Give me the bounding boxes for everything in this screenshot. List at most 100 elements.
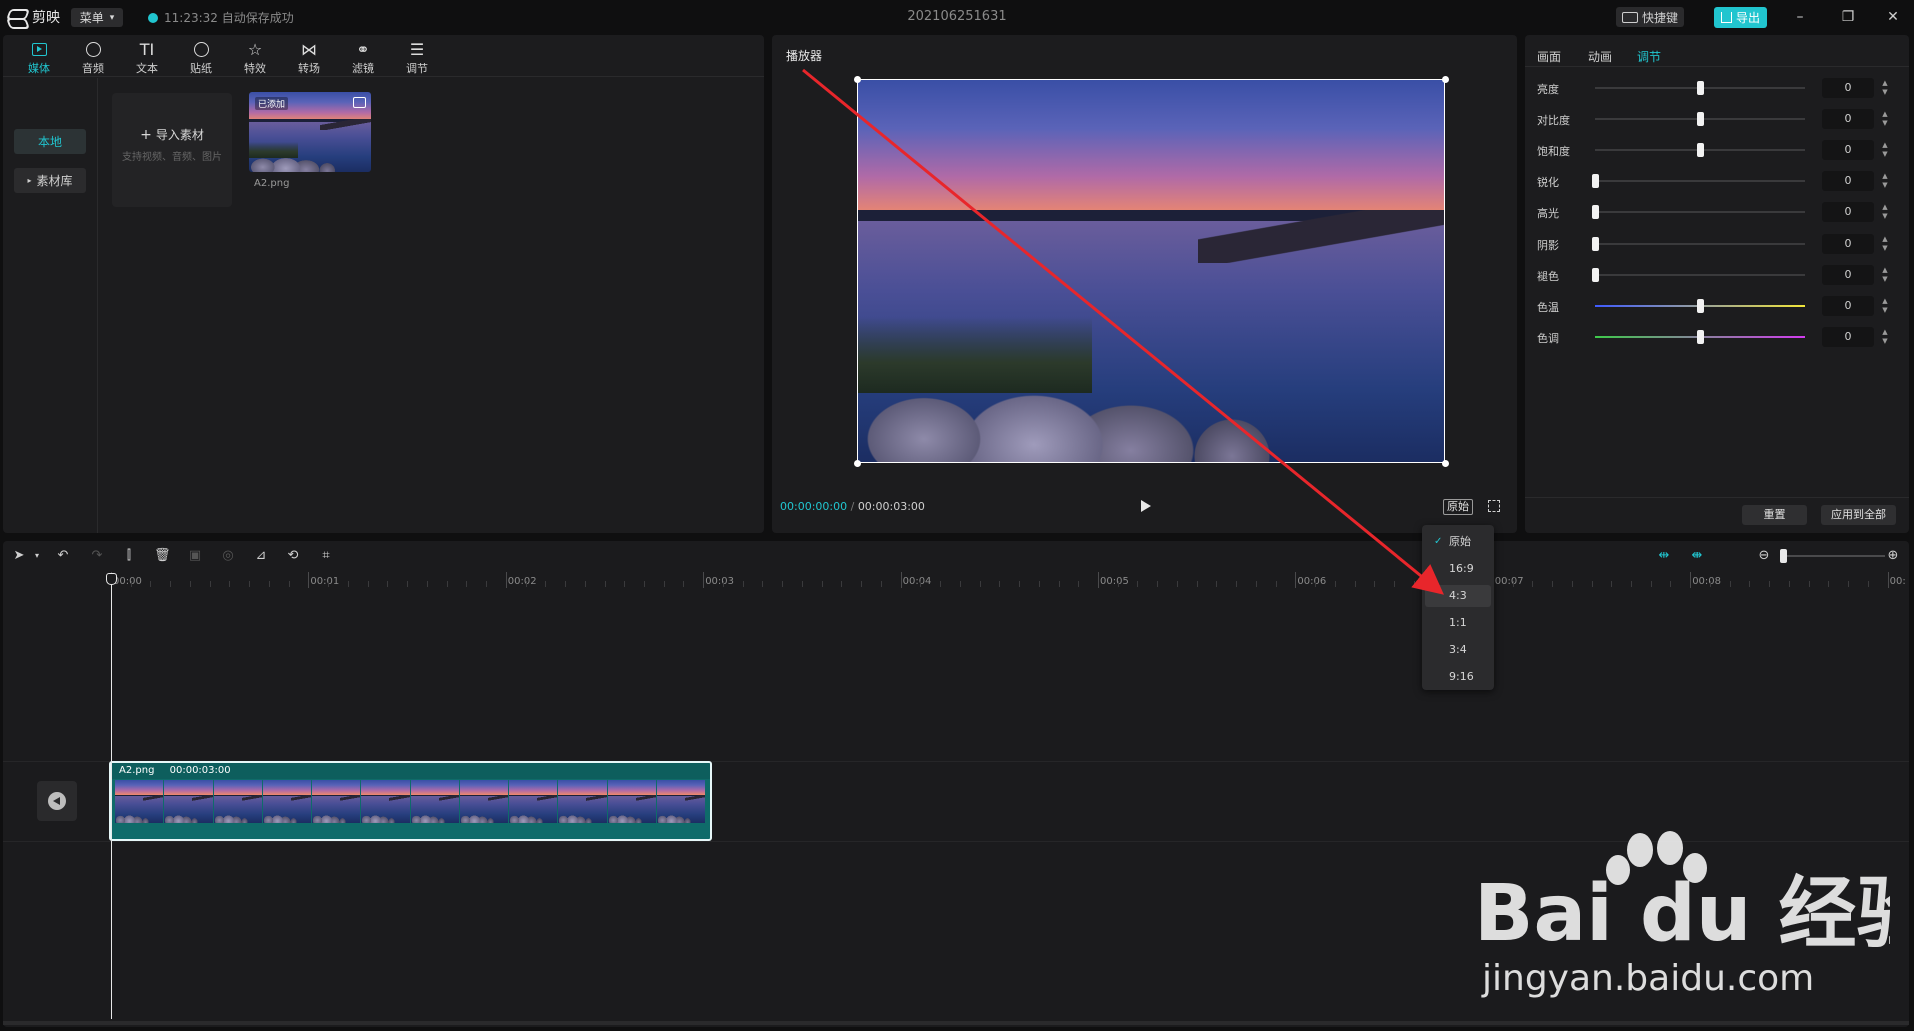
freeze-icon[interactable]: ▣: [187, 548, 203, 564]
apply-to-all-button[interactable]: 应用到全部: [1821, 505, 1896, 525]
split-icon[interactable]: ⫿: [121, 548, 137, 564]
slider-knob[interactable]: [1592, 268, 1599, 282]
slider-track[interactable]: [1595, 274, 1805, 276]
ruler-minor-tick: [545, 581, 547, 587]
ruler-label: 00:: [1889, 576, 1906, 587]
slider-knob[interactable]: [1697, 143, 1704, 157]
slider-knob[interactable]: [1592, 237, 1599, 251]
snap-icon[interactable]: ⇹: [1656, 548, 1672, 564]
slider-knob[interactable]: [1592, 174, 1599, 188]
tab-audio[interactable]: 音频: [71, 38, 115, 76]
fullscreen-icon[interactable]: [1488, 500, 1500, 512]
ratio-option[interactable]: 1:1: [1425, 612, 1491, 634]
select-tool-icon[interactable]: ➤: [11, 548, 27, 564]
resize-handle-top-right[interactable]: [1442, 76, 1449, 83]
playhead-line[interactable]: [111, 579, 112, 1019]
stepper-icon[interactable]: ▲ ▼: [1880, 203, 1890, 221]
mirror-icon[interactable]: ⊿: [253, 548, 269, 564]
tab-adjust-settings[interactable]: 调节: [1637, 48, 1661, 65]
shortcut-button[interactable]: 快捷键: [1616, 7, 1685, 27]
zoom-out-icon[interactable]: ⊖: [1756, 548, 1772, 564]
ratio-option[interactable]: 9:16: [1425, 666, 1491, 688]
adjust-value-input[interactable]: 0: [1822, 171, 1874, 191]
ratio-option[interactable]: 3:4: [1425, 639, 1491, 661]
restore-button[interactable]: ❐: [1833, 7, 1863, 27]
playhead-handle[interactable]: [106, 573, 117, 585]
preview-canvas[interactable]: [857, 79, 1445, 463]
adjust-value-input[interactable]: 0: [1822, 234, 1874, 254]
stepper-icon[interactable]: ▲ ▼: [1880, 297, 1890, 315]
tab-text[interactable]: TI 文本: [125, 38, 169, 76]
stepper-icon[interactable]: ▲ ▼: [1880, 266, 1890, 284]
resize-handle-top-left[interactable]: [854, 76, 861, 83]
ruler-minor-tick: [1176, 581, 1178, 587]
reverse-icon[interactable]: ◎: [220, 548, 236, 564]
ruler-major-tick: [308, 572, 310, 588]
ruler-minor-tick: [1019, 581, 1021, 587]
play-button[interactable]: [1141, 500, 1151, 512]
adjust-value-input[interactable]: 0: [1822, 140, 1874, 160]
link-icon[interactable]: ⇼: [1689, 548, 1705, 564]
asset-thumbnail[interactable]: 已添加: [249, 92, 371, 172]
tab-transition-label: 转场: [298, 62, 320, 75]
adjust-value-input[interactable]: 0: [1822, 78, 1874, 98]
reset-button[interactable]: 重置: [1742, 505, 1807, 525]
sidebar-item-local[interactable]: 本地: [14, 129, 86, 154]
minimize-button[interactable]: –: [1785, 7, 1815, 27]
stepper-icon[interactable]: ▲ ▼: [1880, 110, 1890, 128]
aspect-ratio-button[interactable]: 原始: [1443, 499, 1473, 515]
clip-header: A2.png 00:00:03:00: [111, 763, 710, 779]
resize-handle-bottom-right[interactable]: [1442, 460, 1449, 467]
slider-knob[interactable]: [1697, 81, 1704, 95]
slider-knob[interactable]: [1697, 299, 1704, 313]
adjust-value-input[interactable]: 0: [1822, 202, 1874, 222]
stepper-icon[interactable]: ▲ ▼: [1880, 141, 1890, 159]
slider-track[interactable]: [1595, 243, 1805, 245]
crop-icon[interactable]: ⌗: [318, 548, 334, 564]
slider-knob[interactable]: [1697, 112, 1704, 126]
stepper-icon[interactable]: ▲ ▼: [1880, 235, 1890, 253]
tab-picture[interactable]: 画面: [1537, 48, 1561, 65]
slider-knob[interactable]: [1697, 330, 1704, 344]
slider-knob[interactable]: [1592, 205, 1599, 219]
ratio-option-label: 原始: [1449, 535, 1471, 548]
stepper-icon[interactable]: ▲ ▼: [1880, 172, 1890, 190]
tab-animation[interactable]: 动画: [1588, 48, 1612, 65]
tab-sticker[interactable]: 贴纸: [179, 38, 223, 76]
undo-icon[interactable]: ↶: [55, 548, 71, 564]
tab-adjust[interactable]: ☰ 调节: [395, 38, 439, 76]
sidebar-item-library[interactable]: ▸ 素材库: [14, 168, 86, 193]
ratio-option[interactable]: 4:3: [1425, 585, 1491, 607]
clip-frame: [558, 780, 608, 823]
stepper-icon[interactable]: ▲ ▼: [1880, 328, 1890, 346]
ruler-minor-tick: [1591, 581, 1593, 587]
tab-transition[interactable]: ⋈ 转场: [287, 38, 331, 76]
adjust-value-input[interactable]: 0: [1822, 327, 1874, 347]
redo-icon[interactable]: ↷: [89, 548, 105, 564]
track-audio-toggle[interactable]: [37, 781, 77, 821]
tab-media[interactable]: 媒体: [17, 38, 61, 76]
video-clip[interactable]: A2.png 00:00:03:00: [109, 761, 712, 841]
zoom-slider-knob[interactable]: [1780, 549, 1787, 563]
ratio-option[interactable]: 16:9: [1425, 558, 1491, 580]
chevron-down-icon[interactable]: ▾: [29, 548, 45, 564]
import-media-card[interactable]: + 导入素材 支持视频、音频、图片: [112, 93, 232, 207]
timeline-ruler[interactable]: 00:00 00:01 00:02 00:03 00:04 00:05 00:06 00:07…: [3, 571, 1909, 593]
ratio-option[interactable]: ✓ 原始: [1425, 531, 1491, 553]
adjust-value-input[interactable]: 0: [1822, 265, 1874, 285]
timeline-scrollbar[interactable]: [3, 1021, 1909, 1025]
zoom-in-icon[interactable]: ⊕: [1885, 548, 1901, 564]
delete-icon[interactable]: 🗑: [154, 548, 171, 564]
slider-track[interactable]: [1595, 211, 1805, 213]
close-window-button[interactable]: ✕: [1878, 7, 1908, 27]
tab-filter[interactable]: ⚭ 滤镜: [341, 38, 385, 76]
stepper-icon[interactable]: ▲ ▼: [1880, 79, 1890, 97]
zoom-slider-track[interactable]: [1785, 555, 1885, 557]
export-button[interactable]: 导出: [1714, 7, 1768, 28]
adjust-value-input[interactable]: 0: [1822, 109, 1874, 129]
tab-effects[interactable]: ☆ 特效: [233, 38, 277, 76]
resize-handle-bottom-left[interactable]: [854, 460, 861, 467]
adjust-value-input[interactable]: 0: [1822, 296, 1874, 316]
rotate-icon[interactable]: ⟲: [285, 548, 301, 564]
slider-track[interactable]: [1595, 180, 1805, 182]
